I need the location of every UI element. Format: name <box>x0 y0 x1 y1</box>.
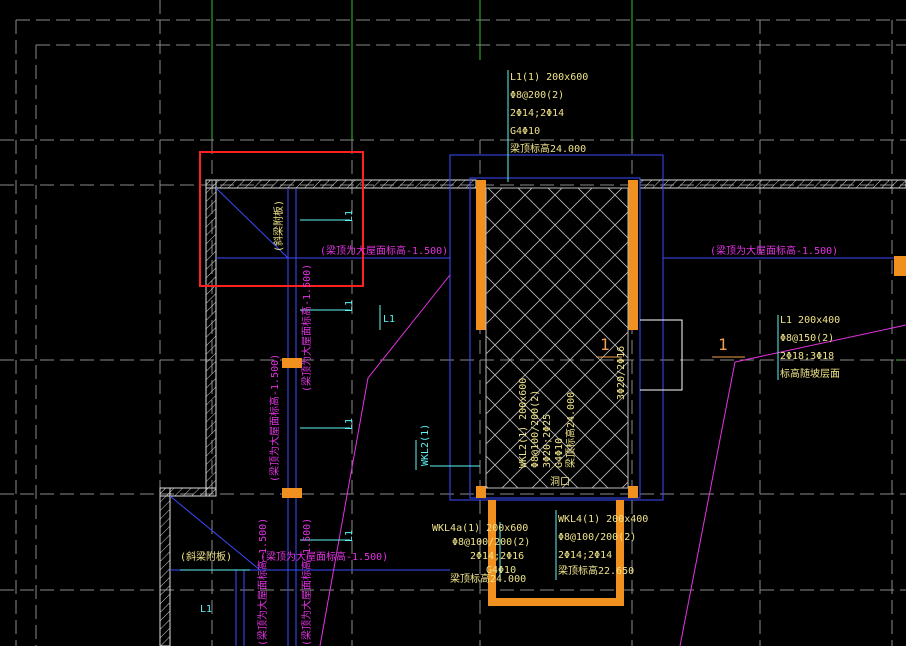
top-beam-elev: 梁顶标高24.000 <box>510 142 586 155</box>
top-beam-name: L1(1) 200x600 <box>510 72 588 83</box>
note-beam-top-2: (梁顶为大屋面标高-1.500) <box>710 244 838 257</box>
right-beam-elev: 标高随坡层面 <box>780 367 840 380</box>
cad-drawing-canvas[interactable]: L1(1) 200x600 Φ8@200(2) 2Φ14;2Φ14 G4Φ10 … <box>0 0 906 646</box>
note-beam-top-v3: (梁顶为大屋面标高-1.500) <box>256 518 269 646</box>
note-beam-top-v2: (梁顶为大屋面标高-1.500) <box>268 354 281 482</box>
wkl4a-bars: 2Φ14;2Φ16 <box>470 551 524 562</box>
right-beam-bars: 2Φ18;3Φ18 <box>780 351 834 362</box>
hole-label: 洞口 <box>550 476 570 488</box>
wkl2-stirrup: Φ8@100/200(2) <box>530 390 541 468</box>
wkl4a-annotation: WKL4a(1) 200x600 Φ8@100/200(2) 2Φ14;2Φ16… <box>432 523 530 585</box>
wkl4a-stirrup: Φ8@100/200(2) <box>452 537 530 548</box>
wkl2-elev: 梁顶标高24.000 <box>564 392 577 468</box>
wkl4b-bars: 2Φ14;2Φ14 <box>558 550 612 561</box>
section-number-2: 1 <box>718 335 728 354</box>
slab-label-1: (斜梁附板) <box>272 200 285 252</box>
wkl2-side: G4Φ10 <box>554 438 565 468</box>
slab-label-2: (斜梁附板) <box>180 550 232 563</box>
right-beam-stirrup: Φ8@150(2) <box>780 333 834 344</box>
top-beam-stirrup: Φ8@200(2) <box>510 90 564 101</box>
l1-label-c: L1 <box>383 314 395 325</box>
wkl2-short-label: WKL2(1) <box>420 424 431 466</box>
wkl4a-elev: 梁顶标高24.000 <box>450 572 526 585</box>
top-beam-side: G4Φ10 <box>510 126 540 137</box>
wkl4b-stirrup: Φ8@100/200(2) <box>558 532 636 543</box>
right-beam-annotation: L1 200x400 Φ8@150(2) 2Φ18;3Φ18 标高随坡层面 <box>780 315 840 380</box>
wkl4b-elev: 梁顶标高22.650 <box>558 564 634 577</box>
section-number-1: 1 <box>600 335 610 354</box>
wkl4b-name: WKL4(1) 200x400 <box>558 514 648 525</box>
section-mark <box>640 319 683 391</box>
note-beam-top-1: (梁顶为大屋面标高-1.500) <box>320 244 448 257</box>
wkl4b-annotation: WKL4(1) 200x400 Φ8@100/200(2) 2Φ14;2Φ14 … <box>558 514 648 577</box>
note-beam-top-v4: (梁顶为大屋面标高-1.500) <box>300 518 313 646</box>
wkl4a-name: WKL4a(1) 200x600 <box>432 523 528 534</box>
top-beam-bars: 2Φ14;2Φ14 <box>510 108 564 119</box>
note-beam-top-v1: (梁顶为大屋面标高-1.500) <box>300 264 313 392</box>
top-beam-annotation: L1(1) 200x600 Φ8@200(2) 2Φ14;2Φ14 G4Φ10 … <box>510 72 588 155</box>
dashed-grid <box>0 0 906 646</box>
l1-label-f: L1 <box>200 604 212 615</box>
l1-label-a: L1 <box>344 210 355 222</box>
right-beam-name: L1 200x400 <box>780 315 840 326</box>
wkl2-bars: 3Φ20;2Φ25 <box>542 414 553 468</box>
side-bar-label: 3Φ20/2Φ16 <box>616 346 627 400</box>
note-beam-top-3: (梁顶为大屋面标高-1.500) <box>260 550 388 563</box>
l1-label-d: L1 <box>344 418 355 430</box>
l1-label-b: L1 <box>344 300 355 312</box>
wkl2-name: WKL2(1) 200x600 <box>518 378 529 468</box>
l1-label-e: L1 <box>344 530 355 542</box>
